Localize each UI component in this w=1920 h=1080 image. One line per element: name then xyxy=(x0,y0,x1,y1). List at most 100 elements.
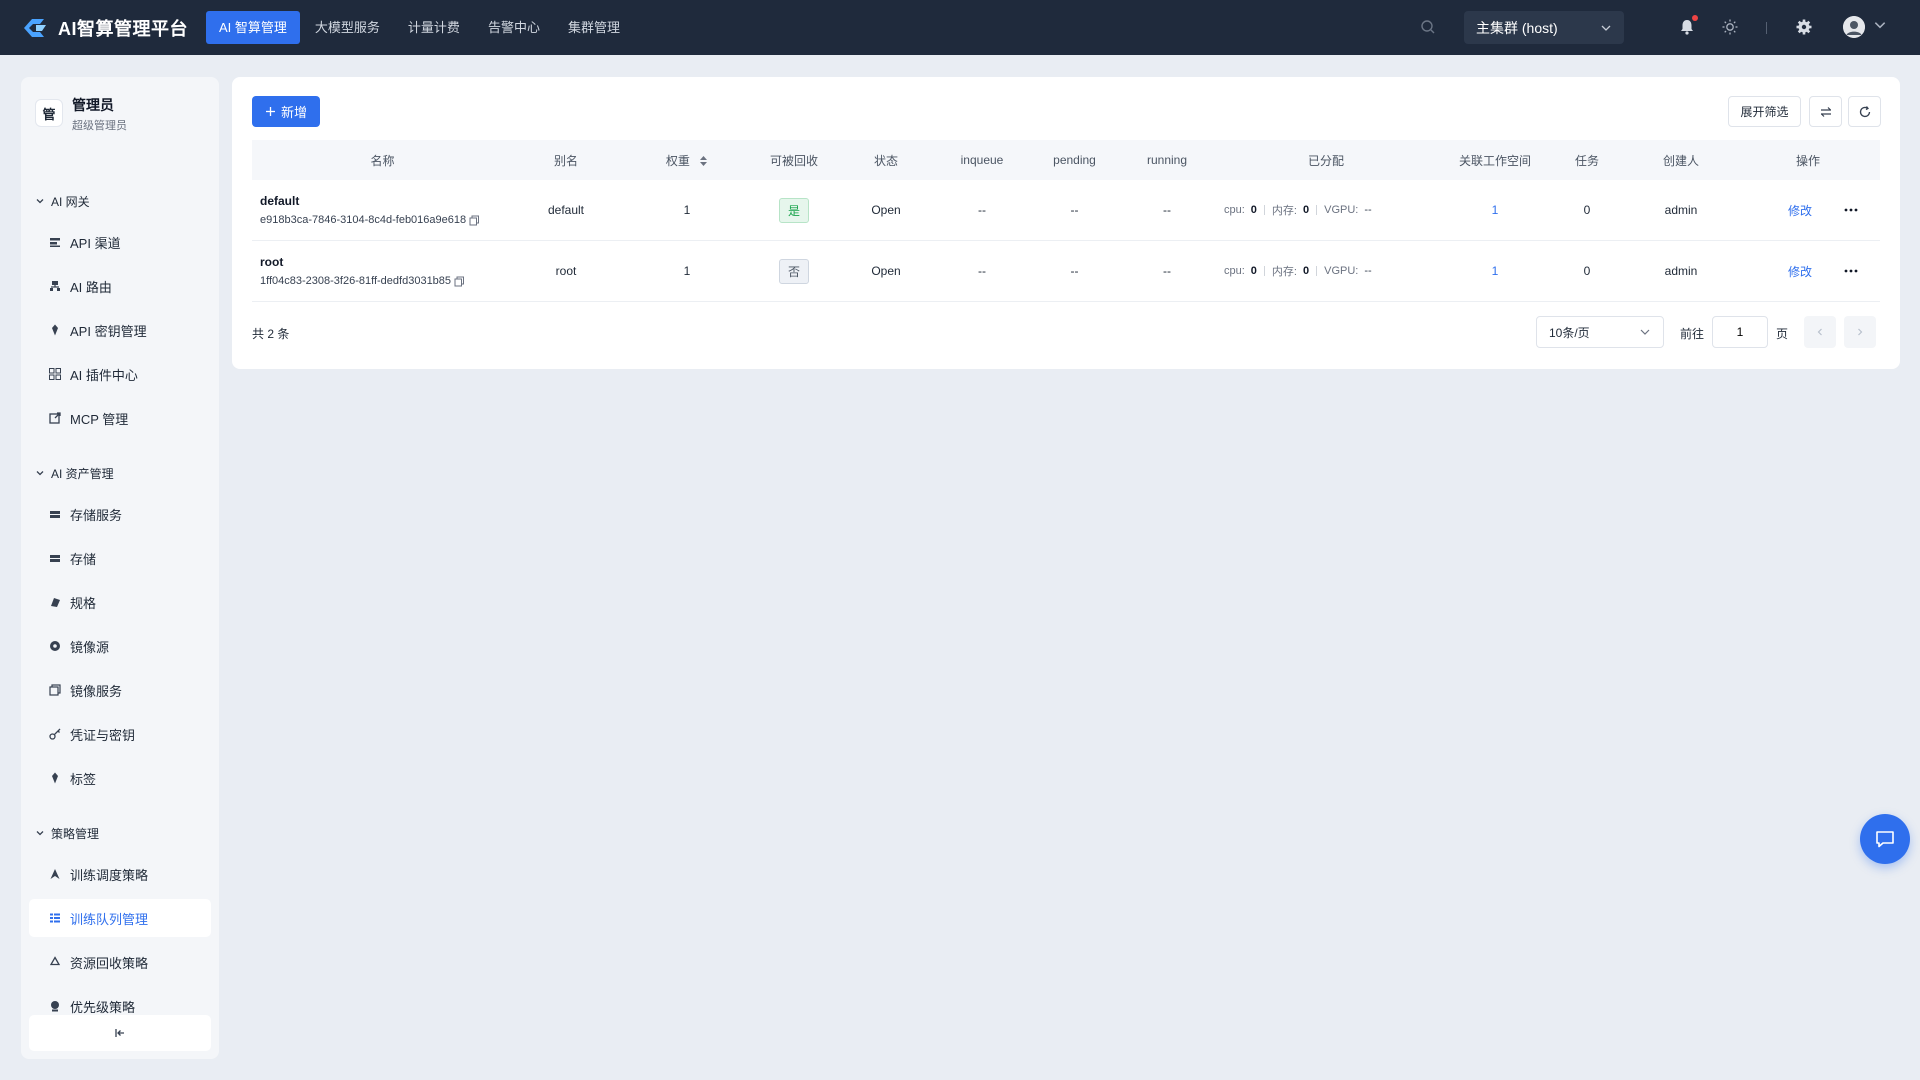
sun-icon[interactable] xyxy=(1720,17,1740,37)
header-status: 状态 xyxy=(873,153,898,168)
image-service-icon xyxy=(48,683,62,697)
priority-icon xyxy=(48,999,62,1013)
prev-page-button[interactable] xyxy=(1804,316,1836,348)
sidebar-item-resource-recycle[interactable]: 资源回收策略 xyxy=(29,943,211,981)
sidebar-group-toggle[interactable]: AI 资产管理 xyxy=(21,451,219,495)
vgpu-value: -- xyxy=(1364,204,1372,216)
top-navbar: AI智算管理平台 AI 智算管理 大模型服务 计量计费 告警中心 集群管理 主集… xyxy=(0,0,1920,55)
edit-link[interactable]: 修改 xyxy=(1788,202,1812,219)
search-icon[interactable] xyxy=(1419,18,1437,36)
sidebar-item-label: 镜像源 xyxy=(70,639,110,655)
memory-value: 0 xyxy=(1302,265,1310,277)
nav-cluster-management[interactable]: 集群管理 xyxy=(555,11,633,44)
sidebar-item-plugin-center[interactable]: AI 插件中心 xyxy=(29,355,211,393)
sidebar-item-tags[interactable]: 标签 xyxy=(29,759,211,797)
sidebar-item-api-keys[interactable]: API 密钥管理 xyxy=(29,311,211,349)
app-title: AI智算管理平台 xyxy=(58,18,188,39)
main-nav: AI 智算管理 大模型服务 计量计费 告警中心 集群管理 xyxy=(206,11,635,44)
schedule-icon xyxy=(48,867,62,881)
sidebar-item-mcp[interactable]: MCP 管理 xyxy=(29,399,211,437)
queue-name: default xyxy=(260,194,300,208)
gear-icon[interactable] xyxy=(1794,17,1814,37)
image-source-icon xyxy=(48,639,62,653)
nav-llm-service[interactable]: 大模型服务 xyxy=(302,11,393,44)
sidebar-group-ai-assets: AI 资产管理 存储服务 存储 规格 镜像源 镜像服务 凭证与密钥 标签 xyxy=(21,451,219,797)
page-number-input[interactable] xyxy=(1712,316,1768,348)
sidebar-item-label: 存储服务 xyxy=(70,507,123,523)
header-creator: 创建人 xyxy=(1662,153,1699,168)
copy-icon[interactable] xyxy=(469,215,480,226)
reclaimable-badge: 否 xyxy=(778,258,809,284)
user-name: 管理员 xyxy=(72,97,114,113)
queue-inqueue: -- xyxy=(978,264,986,278)
sort-icon xyxy=(699,155,708,167)
add-queue-button[interactable]: 新增 xyxy=(252,96,320,127)
edit-link[interactable]: 修改 xyxy=(1788,263,1812,280)
sidebar-item-image-source[interactable]: 镜像源 xyxy=(29,627,211,665)
cpu-label: cpu: xyxy=(1224,265,1245,277)
refresh-button[interactable] xyxy=(1848,96,1881,127)
page-size-value: 10条/页 xyxy=(1549,325,1590,340)
chevron-down-icon[interactable] xyxy=(1873,18,1887,32)
sidebar-item-storage[interactable]: 存储 xyxy=(29,539,211,577)
sidebar-item-api-channel[interactable]: API 渠道 xyxy=(29,223,211,261)
workspace-count-link[interactable]: 1 xyxy=(1442,264,1548,278)
sidebar-collapse-button[interactable] xyxy=(29,1015,211,1051)
expand-filter-button[interactable]: 展开筛选 xyxy=(1728,96,1801,127)
sidebar-group-title: AI 网关 xyxy=(51,194,90,209)
sidebar-item-label: 存储 xyxy=(70,551,97,567)
sidebar-item-spec[interactable]: 规格 xyxy=(29,583,211,621)
sidebar-item-ai-route[interactable]: AI 路由 xyxy=(29,267,211,305)
more-icon[interactable] xyxy=(1844,269,1858,273)
app-logo[interactable]: AI智算管理平台 xyxy=(20,15,206,41)
sidebar-item-credentials[interactable]: 凭证与密钥 xyxy=(29,715,211,753)
pagination-total: 共 2 条 xyxy=(252,327,290,341)
more-icon[interactable] xyxy=(1844,208,1858,212)
sidebar-item-storage-service[interactable]: 存储服务 xyxy=(29,495,211,533)
cluster-select[interactable]: 主集群 (host) xyxy=(1464,11,1624,44)
nav-alert-center[interactable]: 告警中心 xyxy=(475,11,553,44)
sidebar-item-label: 镜像服务 xyxy=(70,683,123,699)
storage-icon xyxy=(48,551,62,565)
sidebar-item-training-queue[interactable]: 训练队列管理 xyxy=(29,899,211,937)
page-size-select[interactable]: 10条/页 xyxy=(1536,316,1664,348)
memory-label: 内存: xyxy=(1271,266,1297,278)
memory-label: 内存: xyxy=(1271,205,1297,217)
memory-value: 0 xyxy=(1302,204,1310,216)
header-actions: 操作 xyxy=(1795,153,1820,168)
nav-ai-compute[interactable]: AI 智算管理 xyxy=(206,11,300,44)
nav-billing[interactable]: 计量计费 xyxy=(395,11,473,44)
next-page-button[interactable] xyxy=(1844,316,1876,348)
sidebar-group-toggle[interactable]: 策略管理 xyxy=(21,811,219,855)
sidebar-item-label: AI 插件中心 xyxy=(70,367,138,383)
reclaimable-badge: 是 xyxy=(778,197,809,223)
header-alias: 别名 xyxy=(553,153,578,168)
queue-alias: default xyxy=(547,203,585,217)
user-card-avatar: 管 xyxy=(35,99,63,127)
chevron-down-icon xyxy=(36,199,44,204)
chat-button[interactable] xyxy=(1860,814,1910,864)
sidebar-item-label: 优先级策略 xyxy=(70,999,136,1015)
sidebar: 管 管理员 超级管理员 AI 网关 API 渠道 AI 路由 API 密钥管理 … xyxy=(21,77,219,1059)
cpu-label: cpu: xyxy=(1224,204,1245,216)
user-avatar[interactable] xyxy=(1843,16,1865,38)
header-weight[interactable]: 权重 xyxy=(619,152,755,169)
queue-running: -- xyxy=(1163,264,1171,278)
sidebar-item-label: 训练调度策略 xyxy=(70,867,149,883)
sidebar-item-image-service[interactable]: 镜像服务 xyxy=(29,671,211,709)
header-weight-label: 权重 xyxy=(665,153,690,168)
sidebar-item-label: AI 路由 xyxy=(70,279,112,295)
external-link-icon xyxy=(48,411,62,425)
copy-icon[interactable] xyxy=(454,276,465,287)
page-suffix-label: 页 xyxy=(1776,327,1789,341)
workspace-count-link[interactable]: 1 xyxy=(1442,203,1548,217)
column-settings-button[interactable] xyxy=(1809,96,1842,127)
sidebar-group-toggle[interactable]: AI 网关 xyxy=(21,179,219,223)
queue-id: 1ff04c83-2308-3f26-81ff-dedfd3031b85 xyxy=(260,275,452,287)
sidebar-item-training-schedule[interactable]: 训练调度策略 xyxy=(29,855,211,893)
route-icon xyxy=(48,279,62,293)
sidebar-item-label: 凭证与密钥 xyxy=(70,727,136,743)
header-allocated: 已分配 xyxy=(1307,153,1344,168)
chevron-right-icon xyxy=(1858,328,1863,336)
sidebar-group-policy: 策略管理 训练调度策略 训练队列管理 资源回收策略 优先级策略 xyxy=(21,811,219,1025)
